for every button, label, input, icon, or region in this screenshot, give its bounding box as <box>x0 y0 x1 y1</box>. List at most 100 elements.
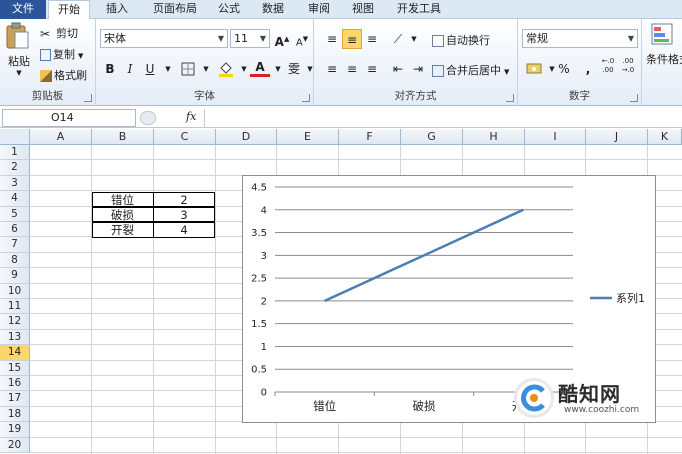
column-header-k[interactable]: K <box>648 129 682 145</box>
column-header-i[interactable]: I <box>525 129 586 145</box>
paste-dropdown-icon[interactable]: ▼ <box>4 69 34 77</box>
number-format-select[interactable]: 常规 ▼ <box>522 29 638 48</box>
table-cell-b4[interactable]: 错位 <box>92 191 154 207</box>
tab-formulas[interactable]: 公式 <box>212 0 246 19</box>
align-middle-button[interactable]: ≡ <box>342 29 362 49</box>
merge-dropdown-icon[interactable]: ▼ <box>504 68 509 76</box>
row-header-8[interactable]: 8 <box>0 252 30 269</box>
tab-insert[interactable]: 插入 <box>96 0 138 19</box>
tab-file[interactable]: 文件 <box>0 0 46 19</box>
row-header-18[interactable]: 18 <box>0 406 30 423</box>
font-name-select[interactable]: 宋体 ▼ <box>100 29 228 48</box>
copy-dropdown-icon[interactable]: ▼ <box>78 52 83 60</box>
clipboard-launcher-icon[interactable] <box>84 94 92 102</box>
row-header-14[interactable]: 14 <box>0 345 30 361</box>
font-color-button[interactable]: A <box>250 59 270 77</box>
align-center-button[interactable]: ≡ <box>342 59 362 79</box>
column-header-b[interactable]: B <box>92 129 154 145</box>
column-header-e[interactable]: E <box>277 129 339 145</box>
column-header-h[interactable]: H <box>463 129 525 145</box>
font-group: 宋体 ▼ 11 ▼ A▲ A▼ B I U ▼ ▼ ▼ A ▼ 雯 ▼ 字体 <box>96 19 314 106</box>
merge-center-button[interactable]: 合并后居中 ▼ <box>432 62 509 78</box>
row-header-13[interactable]: 13 <box>0 329 30 346</box>
x-tick-label: 错位 <box>313 399 336 413</box>
tab-page-layout[interactable]: 页面布局 <box>144 0 206 19</box>
row-header-20[interactable]: 20 <box>0 437 30 453</box>
conditional-format-button[interactable]: 条件格式 <box>646 22 682 67</box>
align-left-button[interactable]: ≡ <box>322 59 342 79</box>
fill-color-button[interactable] <box>216 59 236 79</box>
row-header-10[interactable]: 10 <box>0 283 30 299</box>
number-launcher-icon[interactable] <box>630 94 638 102</box>
paste-button[interactable]: 粘贴 ▼ <box>4 22 34 77</box>
name-box-dropdown-icon[interactable] <box>140 111 156 125</box>
table-cell-c4[interactable]: 2 <box>153 191 215 207</box>
watermark-url: www.coozhi.com <box>564 405 640 415</box>
bold-button[interactable]: B <box>100 59 120 79</box>
column-header-d[interactable]: D <box>216 129 277 145</box>
grow-font-button[interactable]: A▲ <box>272 29 292 49</box>
tab-review[interactable]: 审阅 <box>302 0 336 19</box>
row-header-7[interactable]: 7 <box>0 237 30 253</box>
alignment-launcher-icon[interactable] <box>506 94 514 102</box>
row-header-5[interactable]: 5 <box>0 206 30 222</box>
tab-view[interactable]: 视图 <box>346 0 380 19</box>
wrap-text-button[interactable]: 自动换行 <box>432 32 490 48</box>
orientation-dropdown-icon[interactable]: ▼ <box>404 29 424 49</box>
underline-dropdown-icon[interactable]: ▼ <box>158 59 178 79</box>
row-header-6[interactable]: 6 <box>0 222 30 238</box>
table-cell-b5[interactable]: 破损 <box>92 207 154 223</box>
number-format-value: 常规 <box>526 32 548 45</box>
cut-button[interactable]: ✂ 剪切 <box>40 25 78 41</box>
table-cell-c5[interactable]: 3 <box>153 207 215 223</box>
row-header-12[interactable]: 12 <box>0 314 30 330</box>
percent-button[interactable]: % <box>554 59 574 79</box>
table-cell-b6[interactable]: 开裂 <box>92 222 154 238</box>
insert-function-button[interactable]: fx <box>186 110 196 123</box>
format-painter-button[interactable]: 格式刷 <box>40 67 87 83</box>
column-header-g[interactable]: G <box>401 129 463 145</box>
row-header-3[interactable]: 3 <box>0 175 30 192</box>
column-header-f[interactable]: F <box>339 129 401 145</box>
align-top-button[interactable]: ≡ <box>322 29 342 49</box>
column-gridline <box>215 145 216 454</box>
comma-button[interactable]: , <box>578 59 598 79</box>
row-header-2[interactable]: 2 <box>0 160 30 176</box>
row-header-19[interactable]: 19 <box>0 422 30 438</box>
row-header-4[interactable]: 4 <box>0 191 30 207</box>
border-dropdown-icon[interactable]: ▼ <box>196 59 216 79</box>
increase-indent-button[interactable]: ⇥ <box>408 59 428 79</box>
underline-button[interactable]: U <box>140 59 160 79</box>
row-header-16[interactable]: 16 <box>0 376 30 392</box>
shrink-font-button[interactable]: A▼ <box>292 29 312 49</box>
row-header-15[interactable]: 15 <box>0 360 30 376</box>
italic-button[interactable]: I <box>120 59 140 79</box>
name-box[interactable]: O14 <box>2 109 136 127</box>
table-cell-c6[interactable]: 4 <box>153 222 215 238</box>
formula-input[interactable] <box>204 109 682 127</box>
tab-developer[interactable]: 开发工具 <box>392 0 446 19</box>
font-launcher-icon[interactable] <box>302 94 310 102</box>
column-header-a[interactable]: A <box>30 129 92 145</box>
column-header-c[interactable]: C <box>154 129 216 145</box>
font-size-select[interactable]: 11 ▼ <box>230 29 270 48</box>
row-header-17[interactable]: 17 <box>0 391 30 407</box>
format-painter-label: 格式刷 <box>54 69 87 82</box>
tab-data[interactable]: 数据 <box>256 0 290 19</box>
tab-home[interactable]: 开始 <box>48 0 90 20</box>
row-header-9[interactable]: 9 <box>0 268 30 284</box>
chevron-down-icon: ▼ <box>217 34 224 43</box>
align-right-button[interactable]: ≡ <box>362 59 382 79</box>
decrease-decimal-button[interactable]: .00 →.0 <box>618 57 638 77</box>
row-header-11[interactable]: 11 <box>0 299 30 315</box>
align-bottom-button[interactable]: ≡ <box>362 29 382 49</box>
column-header-j[interactable]: J <box>586 129 648 145</box>
select-all-corner[interactable] <box>0 129 30 145</box>
decrease-indent-button[interactable]: ⇤ <box>388 59 408 79</box>
copy-button[interactable]: 复制 ▼ <box>40 46 83 62</box>
currency-button[interactable] <box>524 59 544 79</box>
border-button[interactable] <box>178 59 198 79</box>
row-header-1[interactable]: 1 <box>0 145 30 161</box>
increase-decimal-button[interactable]: ←.0 .00 <box>598 57 618 77</box>
merge-cells-icon <box>432 65 444 77</box>
